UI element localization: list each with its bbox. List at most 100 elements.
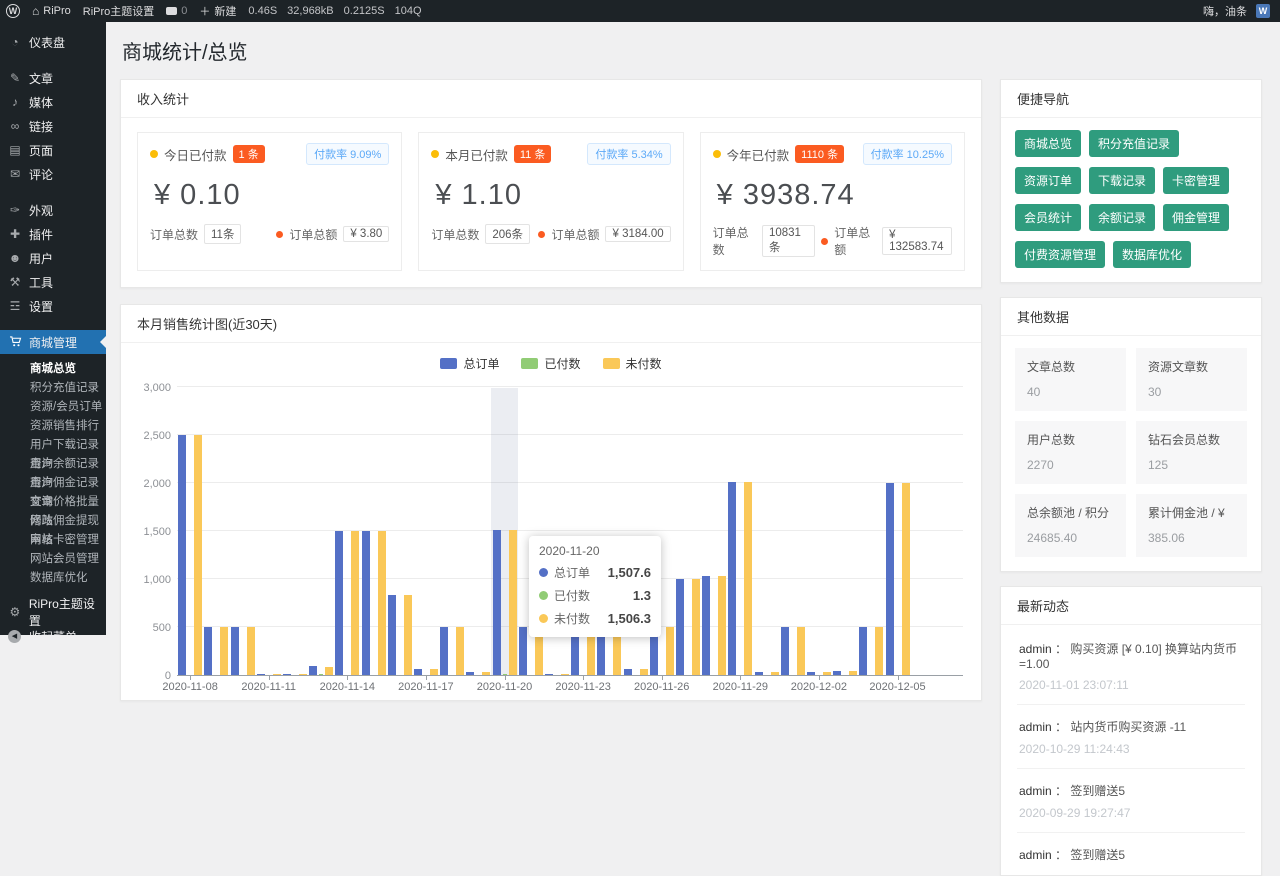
activity-item: admin ： 签到赠送5: [1017, 833, 1245, 875]
legend-item[interactable]: 已付数: [521, 355, 580, 372]
bar-group[interactable]: [701, 388, 727, 675]
activity-text: admin ： 签到赠送5: [1019, 846, 1243, 863]
links-icon: ∞: [8, 120, 22, 132]
media-icon: ♪: [8, 96, 22, 108]
submenu-item[interactable]: 用户余额记录查询: [0, 455, 106, 474]
bar-group[interactable]: [911, 388, 937, 675]
bar-group[interactable]: [439, 388, 465, 675]
wordpress-logo-icon: W: [6, 4, 20, 18]
sales-chart-panel: 本月销售统计图(近30天) 总订单已付数未付数 05001,0001,5002,…: [120, 304, 982, 701]
quick-nav-button[interactable]: 数据库优化: [1113, 241, 1191, 268]
submenu-item[interactable]: 网站佣金提现审核: [0, 512, 106, 531]
income-cards: 今日已付款1 条付款率 9.09%¥ 0.10订单总数11条订单总额¥ 3.80…: [121, 118, 981, 287]
sidebar-item-label: 页面: [29, 142, 53, 159]
submenu-item[interactable]: 网站卡密管理: [0, 531, 106, 550]
quick-nav-button[interactable]: 付费资源管理: [1015, 241, 1105, 268]
quick-nav-button[interactable]: 资源订单: [1015, 167, 1081, 194]
legend-item[interactable]: 未付数: [603, 355, 662, 372]
amount-total-label: 订单总额: [834, 224, 876, 258]
bar-未付数: [692, 579, 700, 675]
bar-group[interactable]: [465, 388, 491, 675]
comments-menu[interactable]: 0: [166, 0, 187, 22]
comments-icon: ✉: [8, 168, 22, 180]
site-menu[interactable]: ⌂ RiPro: [32, 0, 71, 22]
bar-group[interactable]: [229, 388, 255, 675]
sidebar-item-plugins[interactable]: ✚插件: [0, 222, 106, 246]
ripro-settings-icon: ⚙: [8, 606, 22, 618]
bar-group[interactable]: [675, 388, 701, 675]
quick-nav-button[interactable]: 下载记录: [1089, 167, 1155, 194]
bar-group[interactable]: [387, 388, 413, 675]
quick-nav-button[interactable]: 商城总览: [1015, 130, 1081, 157]
sidebar-item-shop[interactable]: 商城管理: [0, 330, 106, 354]
bar-group[interactable]: [937, 388, 963, 675]
bar-group[interactable]: [727, 388, 753, 675]
data-stat-box: 钻石会员总数125: [1136, 421, 1247, 484]
bar-group[interactable]: [491, 388, 517, 675]
bar-group[interactable]: [832, 388, 858, 675]
quick-nav-button[interactable]: 积分充值记录: [1089, 130, 1179, 157]
bar-group[interactable]: [858, 388, 884, 675]
quick-nav-button[interactable]: 佣金管理: [1163, 204, 1229, 231]
bar-group[interactable]: [308, 388, 334, 675]
sidebar-item-settings[interactable]: ☲设置: [0, 294, 106, 318]
sidebar-menu: ◔仪表盘 ✎文章♪媒体 ∞ 链接 ▤页面✉评论 ✑外观✚插件☻用户⚒工具☲设置商城管理: [0, 30, 106, 354]
sidebar-item-posts[interactable]: ✎文章: [0, 66, 106, 90]
sidebar-item-label: 仪表盘: [29, 34, 65, 51]
quick-nav-button[interactable]: 余额记录: [1089, 204, 1155, 231]
activity-title: 最新动态: [1001, 587, 1261, 625]
bar-group[interactable]: [360, 388, 386, 675]
submenu-item[interactable]: 资源/会员订单: [0, 398, 106, 417]
bar-group[interactable]: [806, 388, 832, 675]
x-axis-tick: [347, 676, 348, 680]
theme-settings-menu[interactable]: RiPro主题设置: [83, 0, 155, 22]
bar-group[interactable]: [413, 388, 439, 675]
wordpress-menu[interactable]: W: [6, 0, 20, 22]
legend-label: 已付数: [544, 355, 580, 372]
tooltip-row: 已付数1.3: [539, 587, 651, 604]
x-axis-tick: [898, 676, 899, 680]
bar-group[interactable]: [753, 388, 779, 675]
sidebar-item-appearance[interactable]: ✑外观: [0, 198, 106, 222]
new-content-menu[interactable]: ＋ 新建: [199, 0, 236, 22]
bar-group[interactable]: [256, 388, 282, 675]
sidebar-item-tools[interactable]: ⚒工具: [0, 270, 106, 294]
sidebar-item-comments[interactable]: ✉评论: [0, 162, 106, 186]
submenu-item[interactable]: 用户下载记录查询: [0, 436, 106, 455]
activity-user: admin: [1019, 720, 1052, 734]
bar-group[interactable]: [884, 388, 910, 675]
sidebar-item-ripro-settings[interactable]: ⚙RiPro主题设置: [0, 600, 106, 624]
bar-未付数: [194, 435, 202, 675]
x-axis-label: 2020-11-29: [713, 681, 768, 693]
legend-item[interactable]: 总订单: [440, 355, 499, 372]
sidebar-item-pages[interactable]: ▤页面: [0, 138, 106, 162]
orders-total-label: 订单总数: [431, 226, 479, 243]
submenu-item[interactable]: 商城总览: [0, 360, 106, 379]
sidebar-item-dashboard[interactable]: ◔仪表盘: [0, 30, 106, 54]
sidebar-item-media[interactable]: ♪媒体: [0, 90, 106, 114]
x-axis-label: 2020-11-08: [162, 681, 217, 693]
bar-group[interactable]: [177, 388, 203, 675]
submenu-item[interactable]: 积分充值记录: [0, 379, 106, 398]
sidebar-item-users[interactable]: ☻用户: [0, 246, 106, 270]
submenu-item[interactable]: 网站会员管理: [0, 550, 106, 569]
account-menu[interactable]: 嗨，油条 W: [1203, 0, 1270, 22]
submenu-item[interactable]: 资源销售排行: [0, 417, 106, 436]
bar-group[interactable]: [780, 388, 806, 675]
income-card: 今年已付款1110 条付款率 10.25%¥ 3938.74订单总数10831条…: [700, 132, 965, 271]
submenu-item[interactable]: 文章价格批量修改: [0, 493, 106, 512]
bar-group[interactable]: [282, 388, 308, 675]
submenu-item[interactable]: 数据库优化: [0, 569, 106, 588]
submenu-item[interactable]: 用户佣金记录查询: [0, 474, 106, 493]
bar-总订单: [545, 674, 553, 675]
sidebar-item-links[interactable]: ∞ 链接: [0, 114, 106, 138]
tooltip-series-dot-icon: [539, 591, 548, 600]
chart-plot-area[interactable]: 05001,0001,5002,0002,5003,0002020-11-20总…: [177, 388, 963, 676]
quick-nav-button[interactable]: 会员统计: [1015, 204, 1081, 231]
sidebar-item-label: 链接: [29, 118, 53, 135]
bar-group[interactable]: [203, 388, 229, 675]
bar-group[interactable]: [334, 388, 360, 675]
sidebar: ◔仪表盘 ✎文章♪媒体 ∞ 链接 ▤页面✉评论 ✑外观✚插件☻用户⚒工具☲设置商城管理 商…: [0, 22, 106, 635]
quick-nav-button[interactable]: 卡密管理: [1163, 167, 1229, 194]
bar-未付数: [718, 576, 726, 675]
